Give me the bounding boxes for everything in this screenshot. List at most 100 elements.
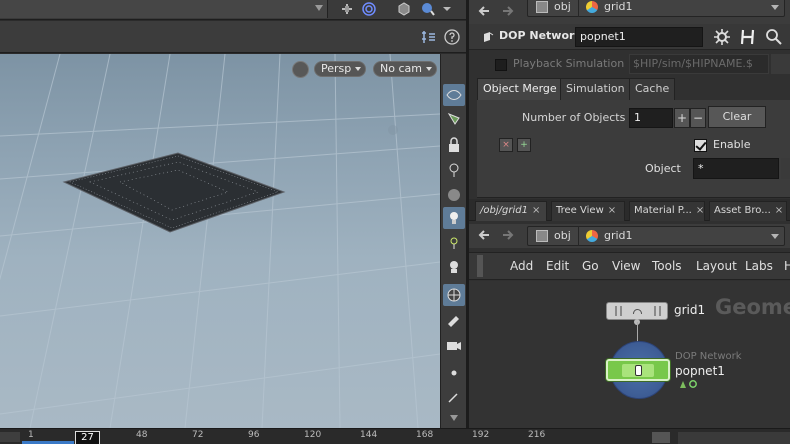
headlight-tool[interactable]	[443, 207, 465, 229]
menu-help[interactable]: H	[784, 259, 790, 273]
chevron-down-icon	[355, 67, 362, 71]
menu-labs[interactable]: Labs	[745, 259, 773, 273]
lock-tool[interactable]	[443, 134, 465, 156]
tab-asset-browser[interactable]: Asset Bro... ×	[709, 201, 787, 221]
playback-simulation-checkbox[interactable]	[495, 59, 507, 71]
edit-tool[interactable]	[443, 386, 465, 408]
more-tools[interactable]	[443, 406, 465, 428]
menu-go[interactable]: Go	[582, 259, 599, 273]
viewer-context-dropdown[interactable]	[0, 0, 328, 18]
lock-icon	[449, 137, 459, 152]
timeline-tick: 120	[304, 430, 322, 440]
help-icon[interactable]	[444, 29, 460, 45]
timeline-start-handle[interactable]	[0, 432, 20, 442]
tab-network-obj-grid1[interactable]: /obj/grid1 ×	[475, 201, 547, 221]
node-header: DOP Network popnet1	[469, 24, 790, 50]
back-arrow-icon[interactable]	[477, 4, 491, 18]
remove-object-button[interactable]: −	[690, 108, 706, 128]
enable-checkbox[interactable]	[694, 139, 707, 152]
forward-arrow-icon[interactable]	[501, 4, 515, 18]
houdini-help-icon[interactable]	[739, 28, 757, 46]
pane-splitter[interactable]	[477, 192, 790, 198]
shading-tool[interactable]	[443, 108, 465, 130]
tab-simulation[interactable]: Simulation	[560, 78, 631, 100]
viewer-toolbar	[0, 21, 466, 53]
light-link-tool[interactable]	[443, 159, 465, 181]
popnet1-node-label: popnet1	[675, 364, 725, 378]
display-options-icon[interactable]	[420, 1, 436, 17]
popnet1-node[interactable]	[606, 359, 670, 381]
keyframe-icon[interactable]	[652, 432, 670, 443]
camera-view-tool[interactable]	[443, 284, 465, 306]
menu-tools[interactable]: Tools	[652, 259, 682, 273]
ghost-tool[interactable]	[443, 184, 465, 206]
network-path-box[interactable]: obj grid1	[527, 226, 785, 246]
tab-material-palette[interactable]: Material P... ×	[629, 201, 705, 221]
camera-select-menu[interactable]: No cam	[373, 61, 437, 77]
node-bar	[659, 306, 661, 316]
clear-button[interactable]: Clear	[708, 106, 766, 128]
menu-layout[interactable]: Layout	[696, 259, 737, 273]
object-field[interactable]: *	[693, 158, 779, 179]
close-icon[interactable]: ×	[608, 205, 616, 216]
insert-entry-icon[interactable]: +	[517, 138, 531, 152]
node-name-field[interactable]: popnet1	[575, 27, 703, 47]
object-level-icon[interactable]	[396, 1, 412, 17]
node-bar	[654, 306, 656, 316]
tab-cache[interactable]: Cache	[629, 78, 676, 100]
playback-path-field[interactable]: $HIP/sim/$HIPNAME.$	[629, 54, 769, 74]
number-of-objects-field[interactable]: 1	[629, 108, 673, 128]
pin-icon[interactable]	[339, 1, 355, 17]
object-chooser-button[interactable]	[781, 158, 790, 179]
dop-network-icon	[635, 365, 642, 376]
search-icon[interactable]	[765, 28, 783, 46]
current-frame-indicator[interactable]: 27	[75, 431, 100, 444]
light-tool[interactable]	[443, 232, 465, 254]
display-geometry-tool[interactable]	[443, 256, 465, 278]
menu-add[interactable]: Add	[510, 259, 533, 273]
right-panes: obj grid1 DOP Network popnet1 Playback S…	[466, 0, 790, 428]
menu-handle[interactable]	[477, 255, 483, 277]
close-icon[interactable]: ×	[532, 205, 540, 216]
network-editor[interactable]: Geometry grid1 DOP Network popnet1	[469, 281, 790, 428]
flipbook-tool[interactable]	[443, 334, 465, 356]
snapshot-tool[interactable]	[443, 309, 465, 331]
menu-view[interactable]: View	[612, 259, 640, 273]
timeline[interactable]: 1 27 48 72 96 120 144 168 192 216	[0, 428, 790, 444]
path-root[interactable]: obj	[554, 229, 571, 243]
forward-arrow-icon[interactable]	[501, 228, 515, 242]
path-node[interactable]: grid1	[604, 229, 633, 243]
node-type-label: DOP Network	[499, 29, 582, 42]
timeline-controls[interactable]	[678, 432, 790, 444]
gear-icon[interactable]	[713, 28, 731, 46]
parameter-path-box[interactable]: obj grid1	[527, 0, 785, 17]
file-chooser-button[interactable]	[771, 54, 790, 74]
close-icon[interactable]: ×	[696, 205, 704, 216]
camera-select-label: No cam	[380, 62, 422, 75]
link-icon[interactable]	[361, 1, 377, 17]
camera-mode-menu[interactable]: Persp	[314, 61, 367, 77]
chevron-down-icon	[771, 5, 779, 10]
parameter-tabs: Object Merge Simulation Cache	[477, 78, 790, 100]
menu-arrow-icon[interactable]	[442, 1, 452, 17]
camera-mode-label: Persp	[321, 62, 352, 75]
3d-viewport[interactable]: Persp No cam	[0, 54, 440, 428]
lock-camera-icon[interactable]	[292, 61, 309, 78]
dop-node-icon	[484, 32, 494, 42]
path-root[interactable]: obj	[554, 0, 571, 14]
point-tool[interactable]	[443, 362, 465, 384]
back-arrow-icon[interactable]	[477, 228, 491, 242]
remove-entry-icon[interactable]: ×	[499, 138, 513, 152]
path-node[interactable]: grid1	[604, 0, 633, 14]
display-flags-icon[interactable]	[420, 29, 436, 45]
close-icon[interactable]: ×	[775, 205, 783, 216]
tab-tree-view[interactable]: Tree View ×	[551, 201, 625, 221]
tab-object-merge[interactable]: Object Merge	[477, 78, 563, 100]
grid1-node[interactable]	[606, 302, 668, 320]
lamp-icon	[450, 237, 458, 249]
timeline-tick: 144	[360, 430, 378, 440]
menu-edit[interactable]: Edit	[546, 259, 569, 273]
show-backfaces-tool[interactable]	[443, 84, 465, 106]
popnet1-node-type: DOP Network	[675, 351, 742, 362]
add-object-button[interactable]: +	[674, 108, 690, 128]
